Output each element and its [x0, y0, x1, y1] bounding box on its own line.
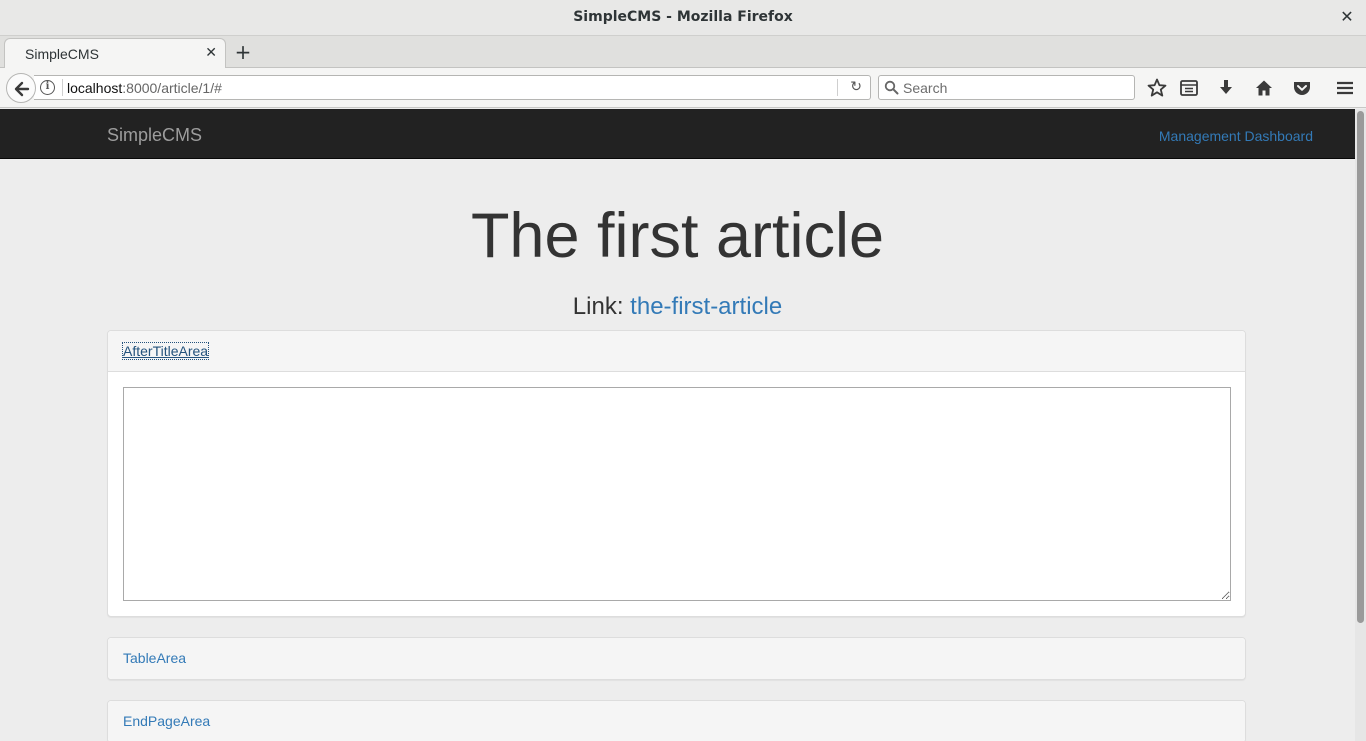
article-title: The first article — [470, 201, 885, 271]
url-separator-right — [837, 79, 838, 96]
management-dashboard-link[interactable]: Management Dashboard — [1159, 128, 1313, 144]
panel-heading: TableArea — [108, 638, 1245, 679]
window-close-icon[interactable]: ✕ — [1338, 7, 1356, 27]
brand-link[interactable]: SimpleCMS — [107, 125, 202, 146]
article-slug-link[interactable]: the-first-article — [630, 293, 782, 320]
tab-simplecms[interactable]: SimpleCMS ✕ — [4, 38, 226, 68]
page-scrollbar[interactable] — [1355, 109, 1366, 741]
hamburger-menu-icon[interactable] — [1334, 77, 1356, 99]
back-button[interactable] — [6, 73, 36, 103]
panel-title-link[interactable]: TableArea — [123, 650, 186, 666]
panel-heading: AfterTitleArea — [108, 331, 1245, 372]
home-icon[interactable] — [1253, 77, 1275, 99]
bookmarks-menu-icon[interactable] — [1178, 77, 1200, 99]
panel-end-page-area: EndPageArea — [107, 700, 1246, 741]
new-tab-icon[interactable]: + — [232, 40, 254, 64]
article-link-line: Link: the-first-article — [0, 293, 1355, 321]
url-text[interactable]: localhost:8000/article/1/# — [67, 80, 222, 96]
back-arrow-icon — [14, 81, 30, 97]
panel-title-link[interactable]: AfterTitleArea — [121, 342, 210, 360]
tab-strip: SimpleCMS ✕ — [0, 36, 1366, 68]
reload-icon[interactable]: ↻ — [850, 79, 862, 95]
browser-navbar: i localhost:8000/article/1/# ↻ Search — [0, 68, 1366, 108]
panel-table-area: TableArea — [107, 637, 1246, 680]
panel-body — [108, 372, 1245, 616]
search-input[interactable]: Search — [878, 75, 1135, 100]
window-title-bar: SimpleCMS - Mozilla Firefox ✕ — [0, 0, 1366, 36]
bookmark-star-icon[interactable] — [1146, 77, 1168, 99]
page-viewport: SimpleCMS Management Dashboard The first… — [0, 109, 1355, 741]
url-path: :8000/article/1/# — [122, 80, 222, 96]
url-host: localhost — [67, 80, 123, 96]
downloads-icon[interactable] — [1215, 77, 1237, 99]
url-separator — [62, 79, 63, 96]
tab-label: SimpleCMS — [25, 46, 99, 62]
search-placeholder: Search — [903, 80, 948, 96]
pocket-icon[interactable] — [1291, 77, 1313, 99]
site-navbar: SimpleCMS Management Dashboard — [0, 109, 1355, 159]
url-bar[interactable]: i localhost:8000/article/1/# ↻ — [34, 75, 871, 100]
scrollbar-thumb[interactable] — [1357, 111, 1364, 623]
after-title-area-textarea[interactable] — [123, 387, 1231, 601]
panel-heading: EndPageArea — [108, 701, 1245, 741]
window-title: SimpleCMS - Mozilla Firefox — [573, 9, 793, 25]
tab-close-icon[interactable]: ✕ — [205, 45, 217, 61]
site-info-icon[interactable]: i — [40, 80, 55, 95]
panel-title-link[interactable]: EndPageArea — [123, 713, 210, 729]
panel-after-title-area: AfterTitleArea — [107, 330, 1246, 617]
search-icon — [884, 80, 899, 95]
link-label: Link: — [572, 293, 624, 320]
